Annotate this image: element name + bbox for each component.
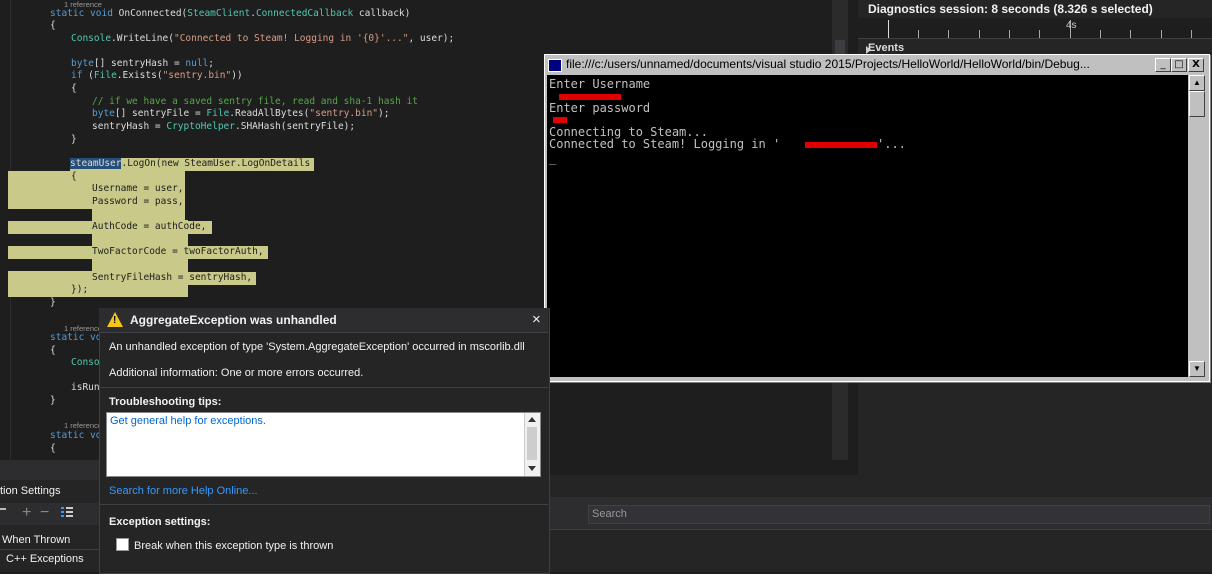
- divider: [99, 504, 548, 505]
- code-line: {: [71, 83, 77, 94]
- break-when-thrown-label: Break when this exception type is thrown: [134, 540, 334, 552]
- scroll-down-icon[interactable]: ▼: [1189, 361, 1205, 377]
- code-comment: // if we have a saved sentry file, read …: [92, 96, 419, 107]
- warning-icon-mark: !: [113, 315, 117, 326]
- panel-toolbar: [0, 503, 99, 525]
- code-line-writeline: Console.WriteLine("Connected to Steam! L…: [71, 33, 455, 44]
- code-line-end: });: [71, 284, 89, 297]
- highlight-gap: [185, 171, 190, 220]
- remove-icon[interactable]: −: [40, 505, 49, 521]
- close-icon[interactable]: ×: [532, 311, 541, 328]
- console-scrollbar[interactable]: ▲ ▼: [1189, 75, 1205, 377]
- timeline-ruler[interactable]: [858, 18, 1212, 39]
- timeline-tick-label: 4s: [1066, 20, 1077, 31]
- scroll-thumb[interactable]: [527, 427, 537, 460]
- console-line: Connected to Steam! Logging in ': [549, 137, 781, 151]
- highlight-gap: [8, 259, 92, 271]
- console-app-icon: [548, 59, 562, 72]
- divider: [0, 549, 99, 550]
- code-line: {: [50, 443, 56, 454]
- code-line: isRun: [71, 382, 100, 393]
- code-line-twofactor: TwoFactorCode = twoFactorAuth,: [92, 246, 268, 259]
- console-title: file:///c:/users/unnamed/documents/visua…: [566, 57, 1090, 71]
- divider: [99, 387, 548, 388]
- diagnostics-title: Diagnostics session: 8 seconds (8.326 s …: [868, 2, 1153, 16]
- exception-title: AggregateException was unhandled: [130, 313, 337, 327]
- divider: [99, 332, 548, 333]
- code-line-if: if (File.Exists("sentry.bin")): [71, 70, 243, 81]
- code-line-sentryhash: byte[] sentryHash = null;: [71, 58, 215, 69]
- code-lens-reference[interactable]: 1 reference: [64, 421, 102, 430]
- divider: [548, 529, 1212, 530]
- search-help-online-link[interactable]: Search for more Help Online...: [109, 485, 258, 497]
- code-line-logon: steamUser.LogOn(new SteamUser.LogOnDetai…: [70, 158, 315, 171]
- console-line: Enter Username: [549, 77, 651, 91]
- search-input[interactable]: Search: [588, 505, 1210, 524]
- troubleshooting-scrollbar[interactable]: [524, 413, 540, 476]
- code-line-signature: static void OnConnected(SteamClient.Conn…: [50, 8, 411, 19]
- console-line: Enter password: [549, 101, 651, 115]
- code-line-username: Username = user,: [92, 183, 184, 196]
- code-line: }: [71, 134, 77, 145]
- toolbar-icon[interactable]: [0, 508, 6, 510]
- code-line-signature: static vo: [50, 332, 102, 343]
- redaction-mark: [559, 94, 621, 100]
- highlight-gap: [8, 234, 92, 246]
- code-line-readall: byte[] sentryFile = File.ReadAllBytes("s…: [92, 108, 390, 119]
- code-line-authcode: AuthCode = authCode,: [92, 221, 213, 234]
- troubleshooting-header: Troubleshooting tips:: [109, 396, 222, 408]
- code-line-password: Password = pass,: [92, 196, 184, 209]
- scroll-down-icon[interactable]: [528, 466, 536, 471]
- minimize-button[interactable]: _: [1155, 58, 1171, 72]
- code-line: }: [50, 395, 56, 406]
- code-line-sentryfilehash: SentryFileHash = sentryHash,: [92, 272, 257, 285]
- redaction-mark: [805, 142, 877, 148]
- maximize-button[interactable]: □: [1171, 58, 1187, 72]
- scroll-up-icon[interactable]: ▲: [1189, 75, 1205, 91]
- scroll-thumb[interactable]: [1189, 91, 1205, 117]
- panel-title: tion Settings: [0, 485, 61, 497]
- console-cursor: _: [549, 151, 557, 165]
- redaction-mark: [553, 117, 567, 123]
- events-section-header[interactable]: Events: [868, 42, 904, 54]
- code-line-signature: static vo: [50, 430, 102, 441]
- code-line-sha: sentryHash = CryptoHelper.SHAHash(sentry…: [92, 121, 356, 132]
- exception-settings-header: Exception settings:: [109, 516, 211, 528]
- close-button[interactable]: X: [1188, 58, 1204, 72]
- code-line: {: [50, 20, 56, 31]
- highlight-gap: [8, 209, 92, 221]
- list-view-icon[interactable]: [61, 506, 73, 518]
- add-icon[interactable]: +: [22, 505, 31, 521]
- editor-status-strip: [0, 460, 99, 480]
- column-header-when-thrown[interactable]: When Thrown: [2, 534, 70, 546]
- exception-additional-info: Additional information: One or more erro…: [109, 367, 364, 379]
- console-line-tail: '...: [877, 137, 906, 151]
- search-placeholder: Search: [592, 508, 627, 520]
- troubleshooting-link[interactable]: Get general help for exceptions.: [110, 415, 266, 427]
- list-item-cpp-exceptions[interactable]: C++ Exceptions: [6, 553, 84, 565]
- exception-message: An unhandled exception of type 'System.A…: [109, 341, 525, 353]
- troubleshooting-list[interactable]: Get general help for exceptions.: [106, 412, 541, 477]
- code-line: {: [71, 171, 77, 184]
- code-line: {: [50, 345, 56, 356]
- code-line: }: [50, 297, 56, 308]
- scroll-up-icon[interactable]: [528, 417, 536, 422]
- console-output[interactable]: Enter Username Enter password Connecting…: [547, 75, 1188, 377]
- break-when-thrown-checkbox[interactable]: [116, 538, 129, 551]
- code-line: Conso: [71, 357, 100, 368]
